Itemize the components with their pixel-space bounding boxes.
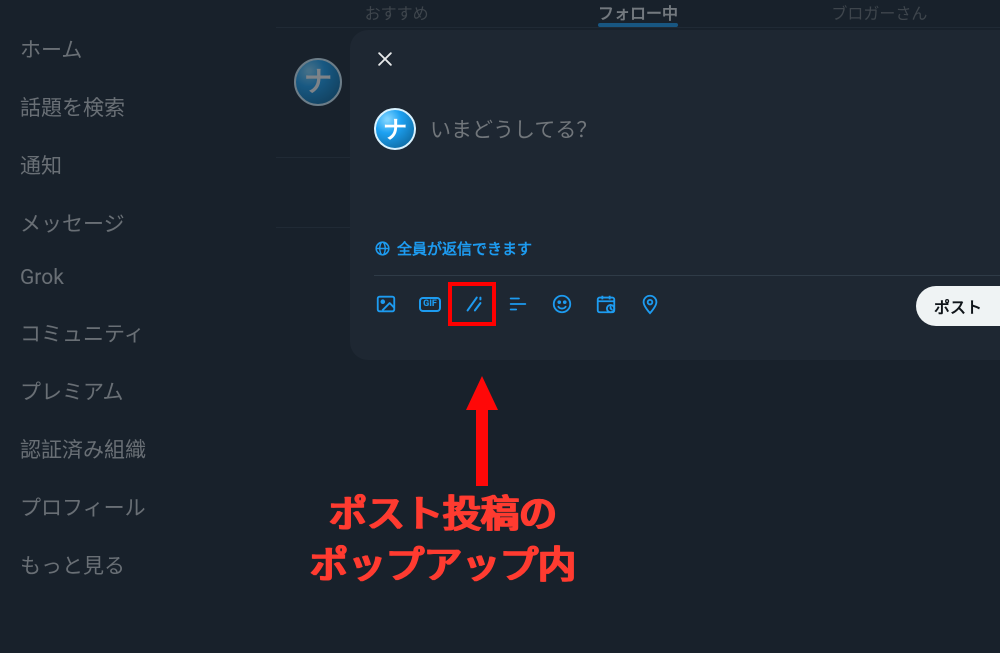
sidebar-item-profile[interactable]: プロフィール [0,478,276,536]
emoji-icon [551,293,573,315]
post-button[interactable]: ポスト [916,286,1000,326]
avatar-glyph: ナ [304,60,332,100]
schedule-icon [595,293,617,315]
tab-bloggers[interactable]: ブロガーさん [759,0,1000,27]
compose-row: ナ いまどうしてる？ [374,108,1000,150]
sidebar: ホーム 話題を検索 通知 メッセージ Grok コミュニティ プレミアム 認証済… [0,0,276,653]
divider [374,275,1000,276]
schedule-button[interactable] [594,292,618,316]
grok-button[interactable] [462,292,486,316]
sidebar-item-grok[interactable]: Grok [0,252,276,304]
sidebar-item-communities[interactable]: コミュニティ [0,304,276,362]
emoji-button[interactable] [550,292,574,316]
reply-setting[interactable]: 全員が返信できます [374,238,532,259]
sidebar-item-explore[interactable]: 話題を検索 [0,78,276,136]
tab-following[interactable]: フォロー中 [517,0,758,27]
timeline-tabs: おすすめ フォロー中 ブロガーさん [276,0,1000,28]
tab-recommended[interactable]: おすすめ [276,0,517,27]
reply-setting-label: 全員が返信できます [397,238,532,259]
compose-input[interactable]: いまどうしてる？ [430,114,597,144]
sidebar-item-home[interactable]: ホーム [0,20,276,78]
sidebar-item-premium[interactable]: プレミアム [0,362,276,420]
sidebar-item-notifications[interactable]: 通知 [0,136,276,194]
sidebar-item-verified-orgs[interactable]: 認証済み組織 [0,420,276,478]
gif-icon: GIF [419,297,441,312]
location-button[interactable] [638,292,662,316]
grok-icon [463,293,485,315]
close-button[interactable] [374,48,396,70]
image-icon [375,293,397,315]
gif-button[interactable]: GIF [418,292,442,316]
poll-button[interactable] [506,292,530,316]
poll-icon [507,293,529,315]
compose-modal: ナ いまどうしてる？ 全員が返信できます GIF [350,30,1000,360]
avatar[interactable]: ナ [294,58,342,106]
sidebar-item-more[interactable]: もっと見る [0,536,276,594]
close-icon [375,49,395,69]
globe-icon [374,240,391,257]
location-icon [639,293,661,315]
avatar[interactable]: ナ [374,108,416,150]
media-button[interactable] [374,292,398,316]
sidebar-item-messages[interactable]: メッセージ [0,194,276,252]
compose-toolbar: GIF ポスト [374,292,1000,316]
avatar-glyph: ナ [383,110,407,145]
